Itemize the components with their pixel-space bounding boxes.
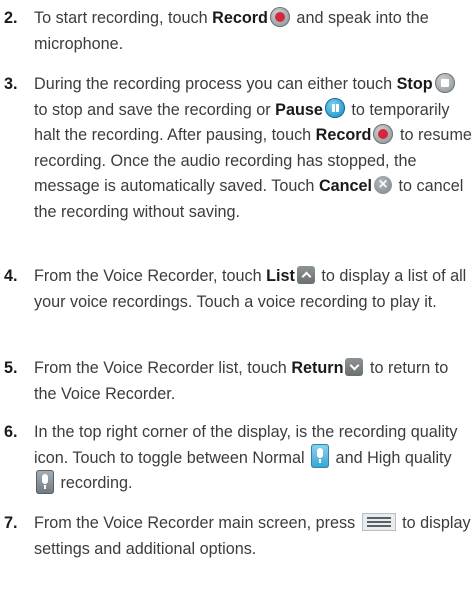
step-number: 4. bbox=[4, 267, 18, 285]
text-run: From the Voice Recorder list, touch bbox=[34, 359, 292, 377]
step-text: During the recording process you can eit… bbox=[34, 72, 472, 225]
step-text: From the Voice Recorder list, touch Retu… bbox=[34, 356, 472, 407]
text-run: to stop and save the recording or bbox=[34, 100, 276, 119]
text-run: From the Voice Recorder main screen, pre… bbox=[34, 514, 360, 532]
button-label: List bbox=[266, 267, 295, 285]
step-number: 7. bbox=[4, 514, 18, 532]
chevron-down-icon bbox=[345, 357, 364, 376]
step-number: 6. bbox=[4, 423, 18, 441]
stop-icon bbox=[434, 72, 455, 93]
text-run: During the recording process you can eit… bbox=[34, 75, 397, 93]
text-run: recording. bbox=[56, 474, 133, 492]
pause-icon bbox=[324, 98, 345, 119]
high-quality-mic-icon bbox=[36, 469, 54, 494]
step-text: In the top right corner of the display, … bbox=[34, 420, 472, 497]
menu-key-icon bbox=[361, 512, 396, 531]
step-number: 2. bbox=[4, 9, 18, 27]
step-number: 5. bbox=[4, 359, 18, 377]
step-text: From the Voice Recorder, touch List to d… bbox=[34, 264, 472, 315]
instruction-page: 2. To start recording, touch Record and … bbox=[0, 0, 474, 595]
button-label: Cancel bbox=[318, 177, 373, 195]
step-text: To start recording, touch Record and spe… bbox=[34, 6, 472, 57]
record-icon bbox=[373, 123, 394, 144]
normal-quality-mic-icon bbox=[311, 444, 330, 469]
record-icon bbox=[269, 6, 290, 27]
button-label: Stop bbox=[396, 75, 433, 93]
step-text: From the Voice Recorder main screen, pre… bbox=[34, 511, 472, 562]
text-run: and High quality bbox=[331, 448, 452, 467]
button-label: Return bbox=[291, 359, 344, 377]
text-run: From the Voice Recorder, touch bbox=[34, 267, 267, 285]
step-number: 3. bbox=[4, 75, 18, 93]
cancel-icon: × bbox=[374, 175, 393, 194]
button-label: Record bbox=[212, 9, 268, 27]
button-label: Pause bbox=[275, 100, 323, 119]
text-run: To start recording, touch bbox=[34, 9, 213, 27]
button-label: Record bbox=[315, 126, 372, 144]
chevron-up-icon bbox=[296, 265, 315, 284]
